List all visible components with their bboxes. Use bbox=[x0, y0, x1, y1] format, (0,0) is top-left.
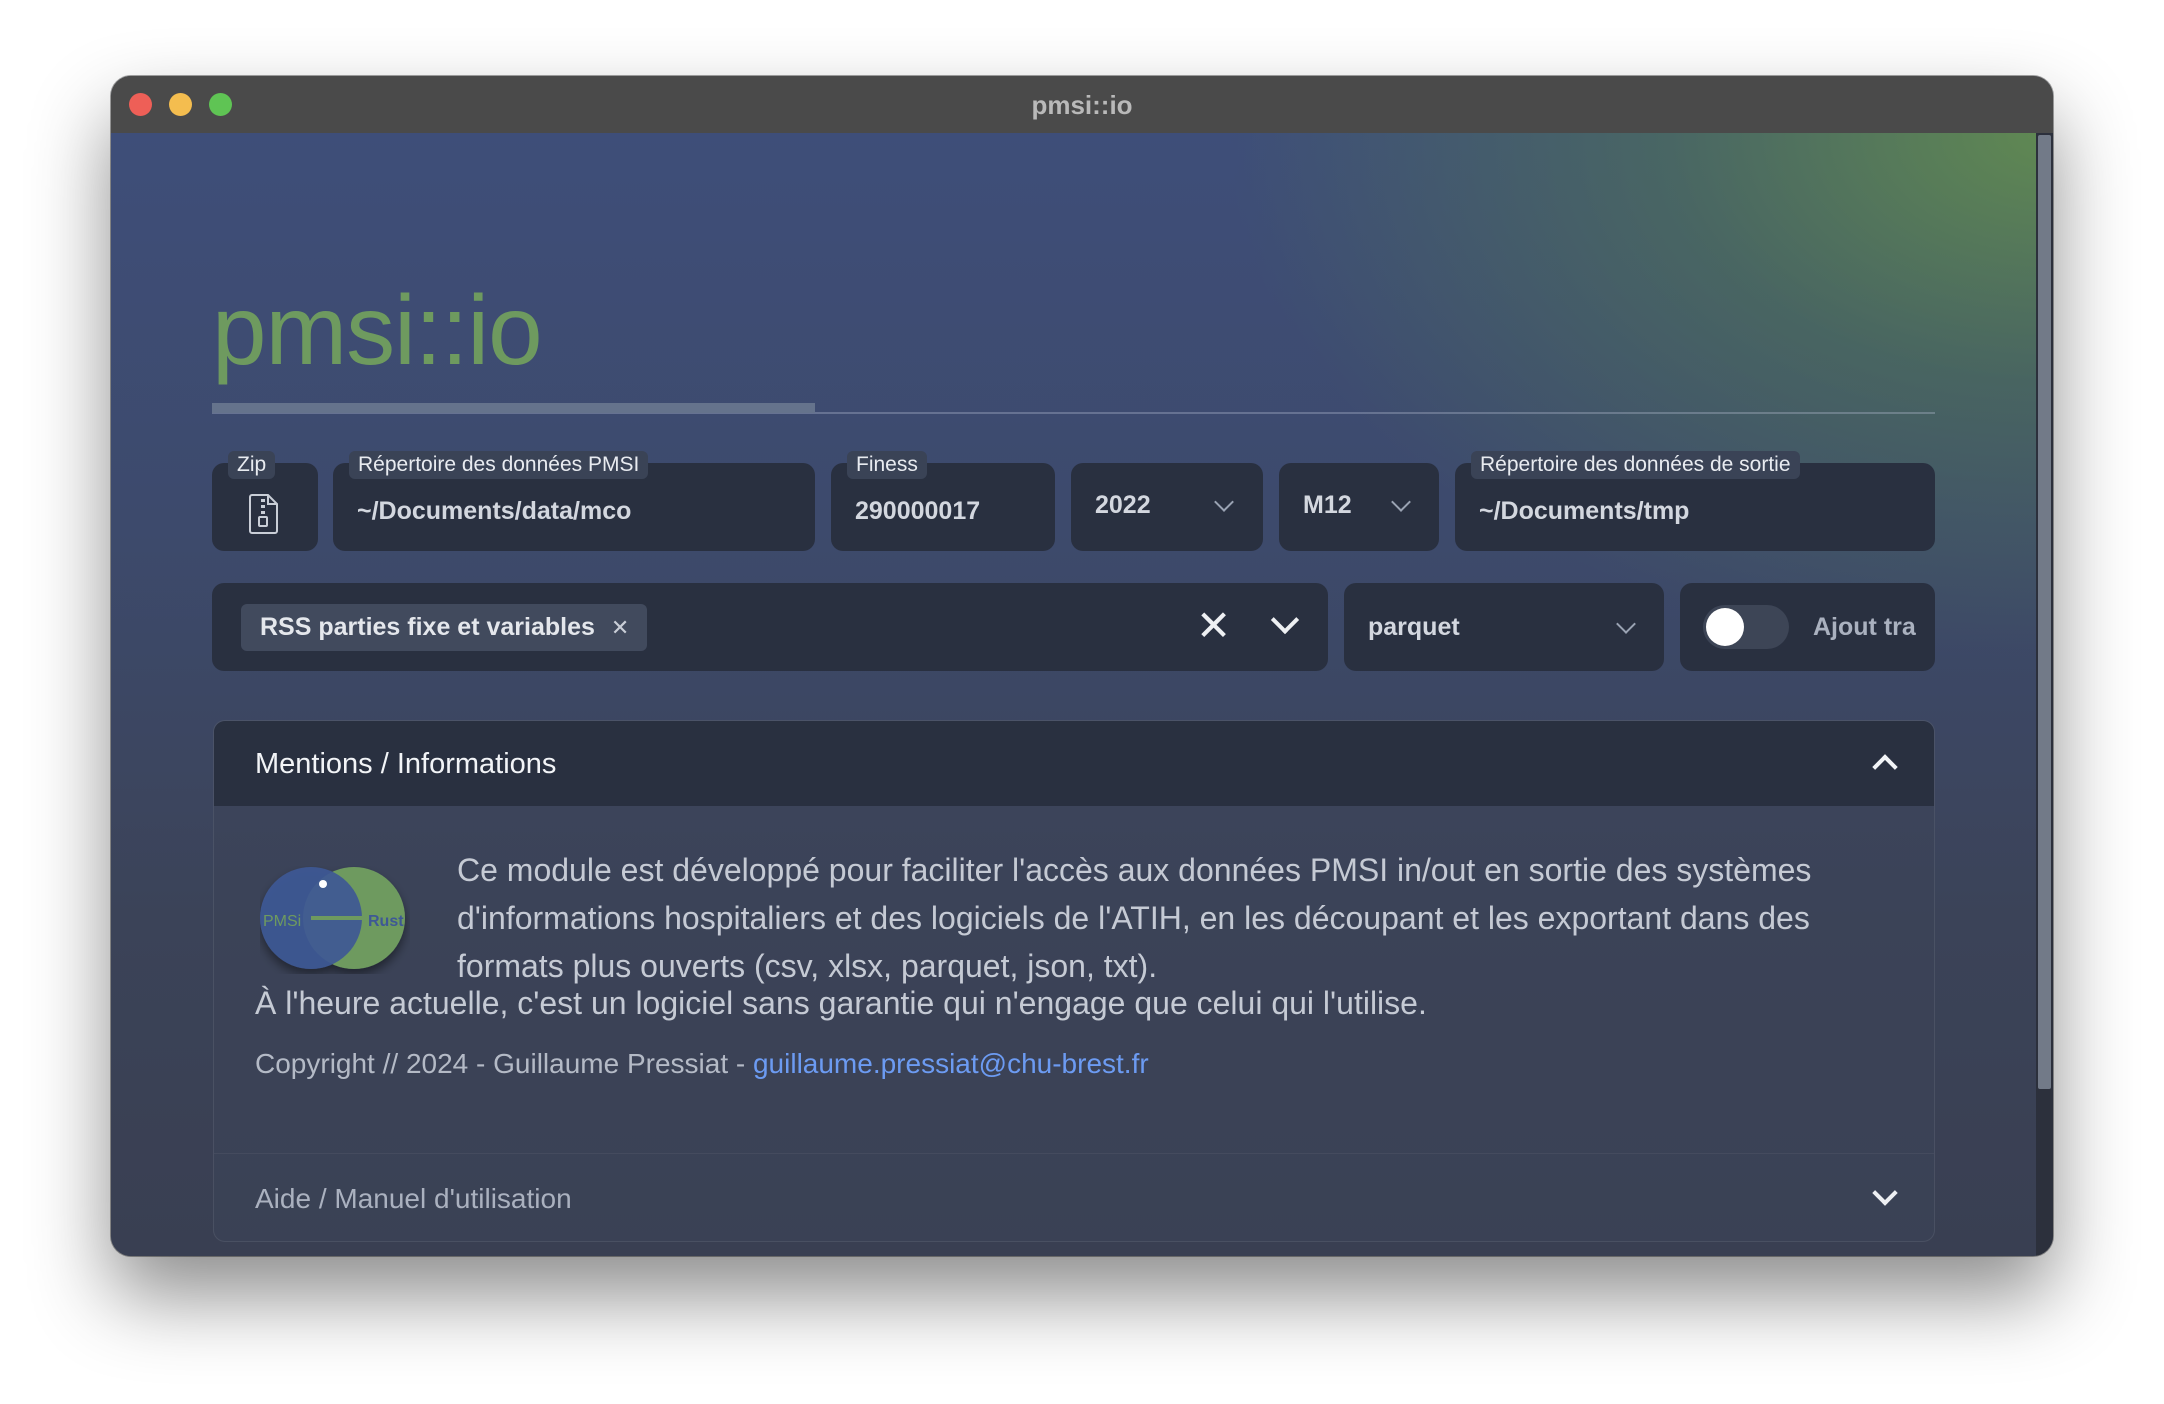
description-paragraph: Ce module est développé pour faciliter l… bbox=[457, 852, 1812, 984]
year-select[interactable]: 2022 bbox=[1071, 463, 1263, 551]
file-type-chip: RSS parties fixe et variables ✕ bbox=[241, 604, 648, 651]
help-title: Aide / Manuel d'utilisation bbox=[255, 1183, 572, 1214]
file-type-multiselect[interactable]: RSS parties fixe et variables ✕ ✕ bbox=[212, 583, 1328, 671]
accordion: Mentions / Informations PMSi Rust Ce mod… bbox=[213, 720, 1935, 1242]
toggle-label: Ajout tra bbox=[1813, 613, 1916, 641]
chevron-down-icon[interactable] bbox=[1270, 605, 1300, 635]
zip-button[interactable]: Zip bbox=[212, 451, 318, 551]
chevron-down-icon bbox=[1391, 492, 1411, 512]
year-value: 2022 bbox=[1095, 491, 1151, 519]
pmsi-directory-value: ~/Documents/data/mco bbox=[357, 497, 632, 525]
email-link[interactable]: guillaume.pressiat@chu-brest.fr bbox=[753, 1048, 1149, 1079]
chevron-down-icon bbox=[1616, 614, 1636, 634]
main-content: pmsi::io Zip Répertoire des données PMSI… bbox=[111, 133, 2053, 1256]
finess-value: 290000017 bbox=[855, 497, 981, 525]
pmsi-rust-logo: PMSi Rust bbox=[260, 866, 410, 974]
output-directory-value: ~/Documents/tmp bbox=[1479, 497, 1690, 525]
append-toggle-field: Ajout tra bbox=[1680, 583, 1935, 671]
app-title: pmsi::io bbox=[212, 275, 543, 385]
title-bar[interactable]: pmsi::io bbox=[111, 76, 2053, 134]
chevron-down-icon bbox=[1872, 1180, 1898, 1206]
pmsi-directory-label: Répertoire des données PMSI bbox=[349, 451, 649, 479]
format-value: parquet bbox=[1368, 613, 1460, 641]
month-select[interactable]: M12 bbox=[1279, 463, 1439, 551]
scrollbar-thumb[interactable] bbox=[2038, 135, 2051, 1089]
finess-label: Finess bbox=[847, 451, 927, 479]
chevron-down-icon bbox=[1214, 492, 1234, 512]
zip-file-icon bbox=[246, 493, 280, 540]
toggle-knob bbox=[1706, 608, 1744, 646]
format-select[interactable]: parquet bbox=[1344, 583, 1664, 671]
mentions-title: Mentions / Informations bbox=[255, 748, 557, 780]
chip-label: RSS parties fixe et variables bbox=[260, 613, 595, 641]
help-accordion-header[interactable]: Aide / Manuel d'utilisation bbox=[214, 1153, 1934, 1241]
chevron-up-icon bbox=[1872, 754, 1898, 780]
output-directory-field[interactable]: Répertoire des données de sortie ~/Docum… bbox=[1455, 451, 1935, 551]
logo-right-text: Rust bbox=[368, 913, 404, 930]
month-value: M12 bbox=[1303, 491, 1352, 519]
window-title: pmsi::io bbox=[1031, 90, 1133, 120]
clear-selection-icon[interactable]: ✕ bbox=[1196, 605, 1231, 647]
pmsi-directory-field[interactable]: Répertoire des données PMSI ~/Documents/… bbox=[333, 451, 815, 551]
zip-label: Zip bbox=[228, 451, 276, 479]
title-underline-accent bbox=[212, 403, 815, 413]
disclaimer-text: À l'heure actuelle, c'est un logiciel sa… bbox=[255, 985, 1427, 1021]
app-window: pmsi::io pmsi::io Zip Répertoire des don… bbox=[111, 76, 2053, 1256]
mentions-accordion-header[interactable]: Mentions / Informations bbox=[214, 721, 1934, 806]
logo-left-text: PMSi bbox=[263, 913, 301, 930]
chip-remove-icon[interactable]: ✕ bbox=[611, 615, 629, 641]
append-toggle[interactable] bbox=[1703, 605, 1789, 649]
output-directory-label: Répertoire des données de sortie bbox=[1471, 451, 1800, 479]
finess-field[interactable]: Finess 290000017 bbox=[831, 451, 1055, 551]
copyright-text: Copyright // 2024 - Guillaume Pressiat - bbox=[255, 1048, 753, 1079]
copyright-line: Copyright // 2024 - Guillaume Pressiat -… bbox=[255, 1048, 1149, 1080]
